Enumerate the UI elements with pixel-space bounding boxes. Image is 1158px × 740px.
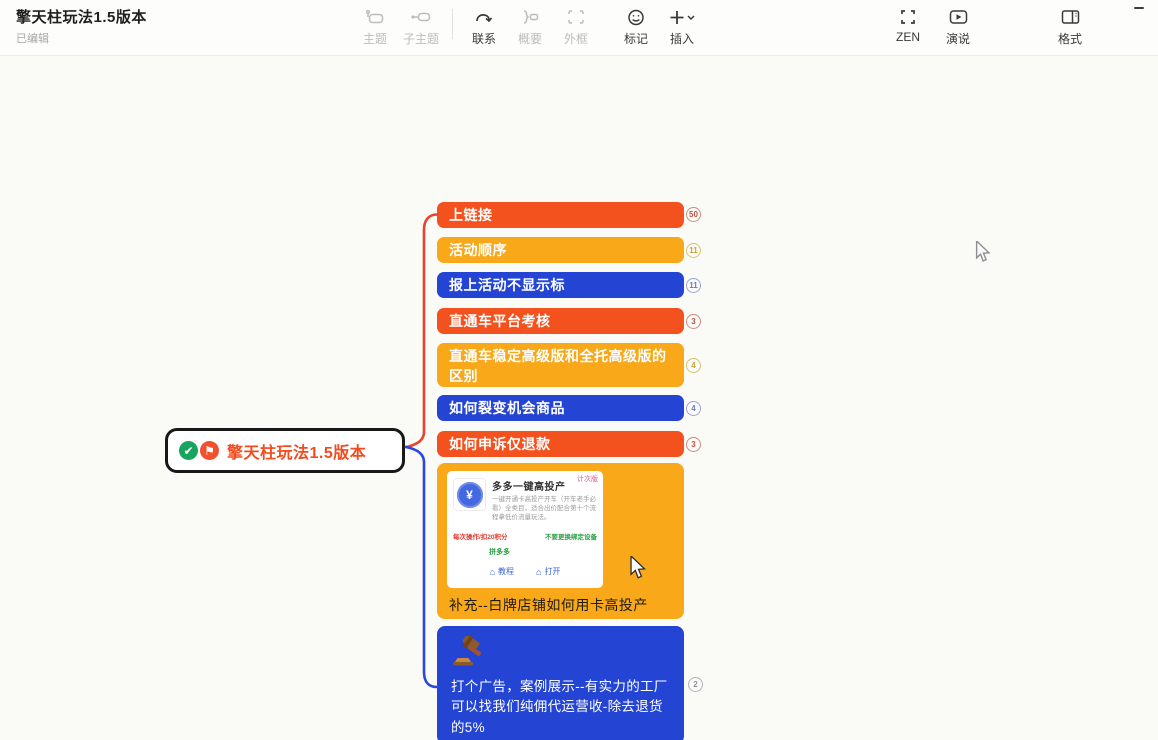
toolbar-label: 演说 xyxy=(946,30,970,47)
topic-label: 打个广告，案例展示--有实力的工厂可以找我们纯佣代运营收-除去退货的5% xyxy=(451,677,670,738)
toolbar-divider xyxy=(452,9,453,39)
topic-label: 如何裂变机会商品 xyxy=(449,398,565,418)
toolbar-boundary-button[interactable]: 外框 xyxy=(553,7,599,47)
document-status: 已编辑 xyxy=(16,30,147,46)
format-panel-icon xyxy=(1061,7,1080,27)
toolbar-present-button[interactable]: 演说 xyxy=(935,7,981,47)
badge-number: 3 xyxy=(691,440,695,449)
zen-mode-icon xyxy=(898,7,918,27)
toolbar-label: 主题 xyxy=(363,30,387,47)
topic-icon xyxy=(365,7,385,27)
badge-number: 4 xyxy=(691,361,695,370)
insert-plus-icon xyxy=(668,7,696,27)
topic-label: 如何申诉仅退款 xyxy=(449,434,551,454)
topic-label: 直通车平台考核 xyxy=(449,311,551,331)
topic-node-shensu-tuikuan[interactable]: 如何申诉仅退款 xyxy=(437,431,684,457)
toolbar-label: ZEN xyxy=(896,30,920,44)
badge-number: 50 xyxy=(689,210,698,219)
topic-count-badge[interactable]: 4 xyxy=(686,401,701,416)
toolbar-label: 外框 xyxy=(564,30,588,47)
root-topic-node[interactable]: ✔ ⚑ 擎天柱玩法1.5版本 xyxy=(165,428,405,473)
toolbar-label: 标记 xyxy=(624,30,648,47)
mindmap-canvas[interactable]: ✔ ⚑ 擎天柱玩法1.5版本 上链接 50 活动顺序 11 报上活动不显示标 1… xyxy=(0,56,1158,740)
topic-label: 上链接 xyxy=(449,205,493,225)
topic-node-huodongshunxu[interactable]: 活动顺序 xyxy=(437,237,684,263)
card-note-device: 不要更换绑定设备 xyxy=(545,531,597,541)
topic-count-badge[interactable]: 3 xyxy=(686,314,701,329)
mouse-cursor-arrow xyxy=(974,241,992,263)
home-icon: ⌂ xyxy=(490,567,495,577)
toolbar-label: 子主题 xyxy=(403,30,439,47)
boundary-icon xyxy=(567,7,585,27)
topic-count-badge[interactable]: 2 xyxy=(688,677,703,692)
badge-number: 3 xyxy=(691,317,695,326)
topic-label: 直通车稳定高级版和全托高级版的区别 xyxy=(449,346,672,387)
presentation-play-icon xyxy=(949,7,968,27)
topic-count-badge[interactable]: 3 xyxy=(686,437,701,452)
card-note-cost: 每次操作/扣20积分 xyxy=(453,531,508,541)
topic-label: 报上活动不显示标 xyxy=(449,275,565,295)
red-flag-icon[interactable]: ⚑ xyxy=(200,441,219,460)
topic-node-baoshanghuodong[interactable]: 报上活动不显示标 xyxy=(437,272,684,298)
yuan-sync-icon: ¥ xyxy=(457,482,483,508)
topic-node-zhitongche-qubie[interactable]: 直通车稳定高级版和全托高级版的区别 xyxy=(437,343,684,387)
topic-label: 活动顺序 xyxy=(449,240,507,260)
topic-count-badge[interactable]: 4 xyxy=(686,358,701,373)
relationship-icon xyxy=(474,7,494,27)
summary-icon xyxy=(520,7,540,27)
toolbar-subtopic-button[interactable]: 子主题 xyxy=(398,7,444,47)
open-button[interactable]: ⌂ 打开 xyxy=(536,566,560,577)
toolbar-label: 联系 xyxy=(472,30,496,47)
toolbar-marker-button[interactable]: 标记 xyxy=(613,7,659,47)
topic-label: 补充--白牌店铺如何用卡高投产 xyxy=(449,595,648,615)
badge-number: 11 xyxy=(689,281,697,290)
card-tag: 计次版 xyxy=(577,474,598,484)
toolbar-topic-button[interactable]: 主题 xyxy=(352,7,398,47)
toolbar-relationship-button[interactable]: 联系 xyxy=(461,7,507,47)
window-control-dash xyxy=(1134,7,1144,9)
card-store-label: 拼多多 xyxy=(489,547,597,557)
task-done-check-icon[interactable]: ✔ xyxy=(179,441,198,460)
badge-number: 4 xyxy=(691,404,695,413)
embedded-screenshot-card: 计次版 ¥ 多多一键高投产 一键开通卡高投产开车（开车老手必看）全类目，适合出价… xyxy=(447,471,603,588)
gavel-icon xyxy=(451,636,487,668)
topic-node-buchong-image[interactable]: 计次版 ¥ 多多一键高投产 一键开通卡高投产开车（开车老手必看）全类目，适合出价… xyxy=(437,463,684,619)
topic-count-badge[interactable]: 11 xyxy=(686,278,701,293)
topic-count-badge[interactable]: 50 xyxy=(686,207,701,222)
topic-node-zhitongche-kaohe[interactable]: 直通车平台考核 xyxy=(437,308,684,334)
embedded-cursor-arrow xyxy=(628,556,648,580)
toolbar-insert-button[interactable]: 插入 xyxy=(659,7,705,47)
app-toolbar: 擎天柱玩法1.5版本 已编辑 主题 子主题 xyxy=(0,0,1158,56)
document-title: 擎天柱玩法1.5版本 xyxy=(16,6,147,27)
document-title-block: 擎天柱玩法1.5版本 已编辑 xyxy=(16,6,147,46)
app-icon-frame: ¥ xyxy=(453,478,486,511)
toolbar-format-button[interactable]: 格式 xyxy=(1047,7,1093,47)
toolbar-label: 概要 xyxy=(518,30,542,47)
toolbar-label: 插入 xyxy=(670,30,694,47)
toolbar-summary-button[interactable]: 概要 xyxy=(507,7,553,47)
topic-count-badge[interactable]: 11 xyxy=(686,243,701,258)
toolbar-label: 格式 xyxy=(1058,30,1082,47)
badge-number: 11 xyxy=(689,246,697,255)
toolbar-zen-button[interactable]: ZEN xyxy=(885,7,931,44)
card-description: 一键开通卡高投产开车（开车老手必看）全类目，适合出价配合第十个流程拿低价流量玩法… xyxy=(492,495,597,522)
topic-node-shanglianjie[interactable]: 上链接 xyxy=(437,202,684,228)
topic-node-ad[interactable]: 打个广告，案例展示--有实力的工厂可以找我们纯佣代运营收-除去退货的5% xyxy=(437,626,684,740)
marker-smiley-icon xyxy=(627,7,645,27)
root-topic-label: 擎天柱玩法1.5版本 xyxy=(227,439,366,463)
topic-node-liebian-shangpin[interactable]: 如何裂变机会商品 xyxy=(437,395,684,421)
tutorial-button[interactable]: ⌂ 教程 xyxy=(490,566,514,577)
subtopic-icon xyxy=(410,7,432,27)
badge-number: 2 xyxy=(693,680,697,689)
home-icon: ⌂ xyxy=(536,567,541,577)
